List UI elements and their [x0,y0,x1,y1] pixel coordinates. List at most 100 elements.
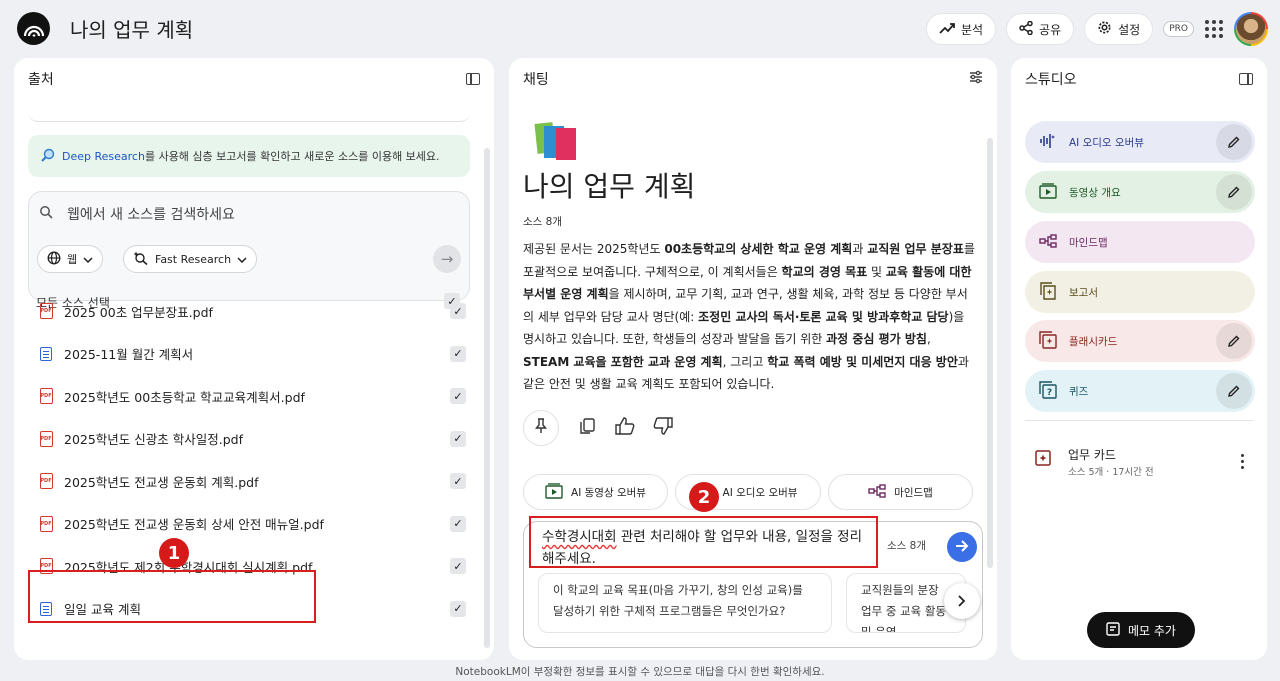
summary-emphasis: 00초등학교의 상세한 학교 운영 계획 [664,242,853,256]
avatar[interactable] [1234,12,1268,46]
studio-item-label: 마인드맵 [1069,236,1108,249]
mindmap-icon [1039,233,1057,251]
web-search-box: 웹에서 새 소스를 검색하세요 웹 Fast Research → [28,191,470,301]
source-item[interactable]: PDF 2025학년도 신광초 학사일정.pdf ✓ [28,418,478,461]
source-checkbox[interactable]: ✓ [450,430,466,447]
pdf-icon: PDF [39,303,53,320]
source-item[interactable]: PDF 2025학년도 전교생 운동회 계획.pdf ✓ [28,460,478,503]
studio-item[interactable]: 플래시카드 [1025,320,1255,362]
source-item[interactable]: PDF 2025학년도 전교생 운동회 상세 안전 매뉴얼.pdf ✓ [28,503,478,546]
chevron-down-icon [83,253,93,266]
source-checkbox[interactable]: ✓ [450,558,466,575]
copy-icon [578,417,596,439]
studio-item[interactable]: 보고서 [1025,271,1255,313]
collapse-panel-icon[interactable] [466,73,480,85]
notebook-summary: 제공된 문서는 2025학년도 00초등학교의 상세한 학교 운영 계획과 교직… [523,238,975,396]
source-checkbox[interactable]: ✓ [450,600,466,617]
send-button[interactable] [947,532,977,562]
edit-pencil-icon[interactable] [1216,323,1252,359]
share-icon [1019,20,1033,38]
search-input[interactable]: 웹에서 새 소스를 검색하세요 [67,204,235,224]
chat-scrollbar[interactable] [987,138,993,568]
source-item[interactable]: PDF 2025 00초 업무분장표.pdf ✓ [28,290,478,333]
summary-emphasis: 교직원 업무 분장표 [867,242,964,256]
share-label: 공유 [1039,22,1062,37]
mindmap-icon [868,483,886,501]
summary-emphasis: 조정민 교사의 독서·토론 교육 및 방과후학교 담당 [698,309,949,324]
fast-research-dropdown[interactable]: Fast Research [123,245,258,273]
tune-icon[interactable] [969,70,983,88]
composer-source-count: 소스 8개 [887,540,926,552]
mindmap-chip[interactable]: 마인드맵 [828,474,973,510]
deep-research-banner[interactable]: Deep Research를 사용해 심층 보고서를 확인하고 새로운 소스를 … [28,135,470,177]
add-note-button[interactable]: 메모 추가 [1087,612,1195,648]
analytics-label: 분석 [960,22,984,37]
studio-divider [1025,420,1253,421]
notebooklm-logo[interactable] [17,12,50,45]
deep-research-link[interactable]: Deep Research [62,150,145,163]
web-source-dropdown[interactable]: 웹 [37,245,104,273]
source-item-label: 2025학년도 전교생 운동회 상세 안전 매뉴얼.pdf [64,517,324,533]
thumbs-up-button[interactable] [615,417,635,439]
submit-search-button[interactable]: → [433,245,461,273]
source-checkbox[interactable]: ✓ [450,345,466,362]
notebook-heading: 나의 업무 계획 [523,170,696,203]
source-checkbox[interactable]: ✓ [450,388,466,405]
chat-panel: 채팅 나의 업무 계획 소스 8개 제공된 문서는 2025학년도 00초등학교… [509,58,997,660]
summary-text: 및 [867,264,886,279]
apps-grid-icon[interactable] [1204,19,1224,39]
sources-scrollbar[interactable] [484,148,490,648]
chevron-down-icon [237,253,247,266]
deep-research-icon [40,147,56,166]
pdf-icon: PDF [39,473,53,490]
studio-item-label: 동영상 개요 [1069,186,1121,199]
pin-button[interactable] [523,410,559,446]
studio-item[interactable]: AI 오디오 오버뷰 [1025,121,1255,163]
summary-text: , [926,332,931,346]
next-suggestions-button[interactable] [944,583,980,619]
edit-pencil-icon[interactable] [1216,174,1252,210]
settings-button[interactable]: 설정 [1084,13,1154,45]
source-checkbox[interactable]: ✓ [450,303,466,320]
share-button[interactable]: 공유 [1006,13,1075,45]
studio-panel: 스튜디오 AI 오디오 오버뷰동영상 개요마인드맵보고서플래시카드 ? 퀴즈 업무 … [1011,58,1267,660]
ai-video-overview-chip[interactable]: AI 동영상 오버뷰 [523,474,668,510]
analytics-button[interactable]: 분석 [925,13,997,45]
notebook-title[interactable]: 나의 업무 계획 [70,14,193,43]
copy-button[interactable] [577,418,597,438]
arrow-right-icon: → [440,250,454,268]
studio-item[interactable]: ? 퀴즈 [1025,370,1255,412]
notebook-emoji-icon [534,118,580,164]
trending-up-icon [939,22,955,37]
edit-pencil-icon[interactable] [1216,124,1252,160]
annotation-marker-1: 1 [159,538,189,568]
video-icon [545,482,563,502]
summary-text: 제공된 문서는 2025학년도 [523,242,665,256]
note-title: 업무 카드 [1068,448,1116,462]
svg-text:?: ? [1047,388,1052,398]
tool-chip-label: AI 동영상 오버뷰 [571,486,646,499]
summary-text: , 그리고 [722,354,768,369]
suggestion-chip[interactable]: 이 학교의 교육 목표(마음 가꾸기, 창의 인성 교육)를 달성하기 위한 구… [538,573,832,633]
saved-note[interactable]: 업무 카드 소스 5개 · 17시간 전 [1033,444,1245,480]
arrow-right-icon [955,538,969,557]
studio-panel-title: 스튜디오 [1025,72,1077,88]
pdf-icon: PDF [39,515,53,532]
tool-chip-label: AI 오디오 오버뷰 [722,486,798,499]
studio-item[interactable]: 마인드맵 [1025,221,1255,263]
summary-emphasis: 과정 중심 평가 방침 [826,332,927,346]
studio-item[interactable]: 동영상 개요 [1025,171,1255,213]
add-note-label: 메모 추가 [1128,623,1176,638]
edit-pencil-icon[interactable] [1216,373,1252,409]
thumbs-down-button[interactable] [653,417,673,438]
thumbs-up-icon [615,417,635,439]
source-item[interactable]: PDF 2025학년도 00초등학교 학교교육계획서.pdf ✓ [28,375,478,418]
document-icon [39,346,53,361]
more-vert-icon[interactable] [1241,454,1245,469]
source-checkbox[interactable]: ✓ [450,515,466,532]
source-item[interactable]: 2025-11월 월간 계획서 ✓ [28,333,478,376]
sparkle-search-icon [133,251,149,268]
chat-panel-title: 채팅 [523,72,549,88]
source-checkbox[interactable]: ✓ [450,473,466,490]
collapse-panel-icon[interactable] [1239,73,1253,85]
